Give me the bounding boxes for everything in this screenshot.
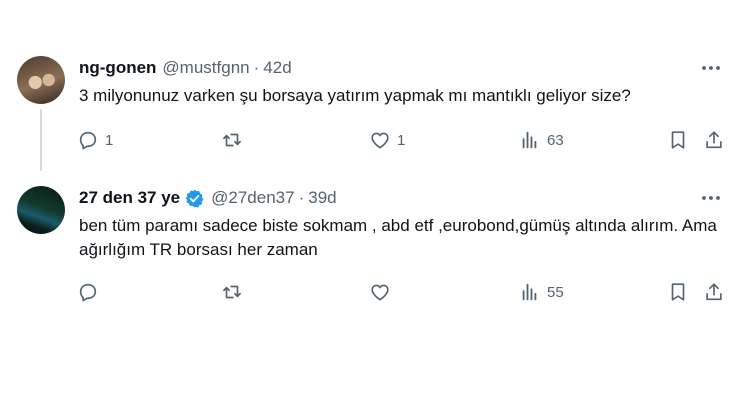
views-button[interactable]: 55 [519,280,564,304]
more-icon[interactable] [700,188,722,208]
views-icon [522,283,537,301]
avatar[interactable] [17,186,65,234]
view-count: 63 [547,131,564,149]
tweet-text: 3 milyonunuz varken şu borsaya yatırım y… [79,86,631,105]
view-count: 55 [547,283,564,301]
verified-badge-icon [184,188,205,209]
bookmark-button[interactable] [667,128,689,152]
header-separator: · [253,58,260,77]
author-name[interactable]: ng-gonen [79,58,156,78]
tweet-header: 27 den 37 ye @27den37 · 39d [79,186,337,210]
retweet-icon [223,285,241,299]
retweet-button[interactable] [221,128,249,152]
tweet[interactable]: 27 den 37 ye @27den37 · 39d ben tüm para… [0,176,730,314]
share-button[interactable] [703,280,725,304]
bookmark-button[interactable] [667,280,689,304]
share-button[interactable] [703,128,725,152]
tweet-header: ng-gonen @mustfgnn · 42d [79,56,292,80]
bookmark-icon [671,131,685,149]
author-name[interactable]: 27 den 37 ye [79,188,180,208]
like-icon [371,132,389,149]
tweet-thread: ng-gonen @mustfgnn · 42d 3 milyonunuz va… [0,0,730,420]
reply-icon [79,283,97,302]
like-button[interactable] [369,280,397,304]
tweet-timestamp[interactable]: 39d [308,188,336,208]
views-button[interactable]: 63 [519,128,564,152]
retweet-icon [223,133,241,147]
retweet-button[interactable] [221,280,249,304]
like-button[interactable]: 1 [369,128,405,152]
like-icon [371,284,389,301]
share-icon [706,283,722,301]
tweet[interactable]: ng-gonen @mustfgnn · 42d 3 milyonunuz va… [0,46,730,174]
reply-button[interactable] [77,280,105,304]
reply-count: 1 [105,131,114,149]
author-handle[interactable]: @27den37 [211,188,294,208]
header-separator: · [298,188,305,207]
author-handle[interactable]: @mustfgnn [162,58,249,78]
tweet-actions: 55 [77,280,727,304]
tweet-text: ben tüm paramı sadece biste sokmam , abd… [79,216,717,259]
thread-connector-line [40,109,42,171]
like-count: 1 [397,131,406,149]
views-icon [522,131,537,149]
more-icon[interactable] [700,58,722,78]
tweet-actions: 1 1 63 [77,128,727,152]
reply-icon [79,131,97,150]
tweet-timestamp[interactable]: 42d [263,58,291,78]
bookmark-icon [671,283,685,301]
share-icon [706,131,722,149]
avatar[interactable] [17,56,65,104]
reply-button[interactable]: 1 [77,128,113,152]
